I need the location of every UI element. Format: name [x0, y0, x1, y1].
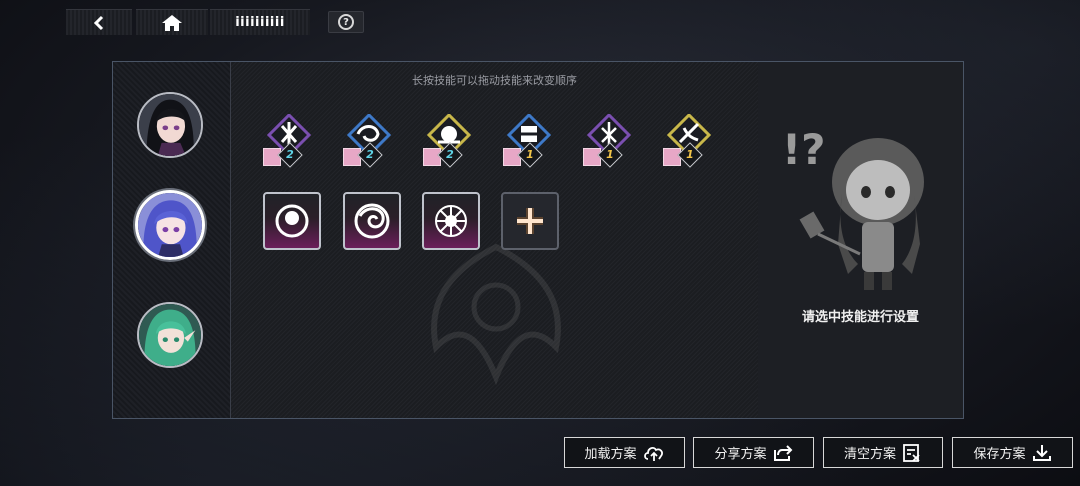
add-skill-button[interactable] [501, 192, 559, 250]
svg-text:!?: !? [782, 125, 826, 174]
skill-card-4[interactable]: 1 [501, 114, 557, 170]
character-avatar-2[interactable] [135, 190, 205, 260]
top-bar: iiiiiiiiii ? [66, 9, 364, 35]
clear-plan-label: 清空方案 [843, 447, 896, 462]
share-icon [773, 444, 792, 461]
back-arrow-icon [93, 15, 104, 30]
confused-mascot-illustration: !? [782, 125, 924, 290]
skill-count: 2 [286, 148, 294, 161]
skill-card-1[interactable]: 2 [261, 114, 317, 170]
skill-count: 2 [366, 148, 374, 161]
cloud-upload-icon [643, 446, 663, 461]
save-plan-button[interactable]: 保存方案 [952, 437, 1073, 468]
swirl-icon [354, 203, 390, 239]
character-list [113, 62, 231, 418]
skill-card-3[interactable]: 2 [421, 114, 477, 170]
skill-count: 1 [686, 148, 694, 161]
clear-plan-button[interactable]: 清空方案 [823, 437, 943, 468]
skill-count: 1 [606, 148, 614, 161]
skill-slot-3[interactable] [422, 192, 480, 250]
background-emblem [431, 243, 561, 386]
skill-card-5[interactable]: 1 [581, 114, 637, 170]
plus-icon [517, 208, 543, 234]
skill-panel: 长按技能可以拖动技能来改变顺序 2 2 2 1 1 1 !? 请选中技能进行设置 [112, 61, 964, 419]
skill-slot-1[interactable] [263, 192, 321, 250]
skill-area: 长按技能可以拖动技能来改变顺序 2 2 2 1 1 1 [231, 62, 758, 418]
download-icon [1032, 444, 1051, 461]
skill-slot-2[interactable] [343, 192, 401, 250]
character-portrait-2 [138, 193, 202, 257]
thorn-icon [435, 205, 467, 237]
orb-icon [275, 204, 309, 238]
load-plan-button[interactable]: 加载方案 [564, 437, 685, 468]
character-avatar-3[interactable] [137, 302, 203, 368]
skill-card-2[interactable]: 2 [341, 114, 397, 170]
select-skill-message: 请选中技能进行设置 [801, 310, 919, 325]
page-title: iiiiiiiiii [210, 9, 310, 35]
skill-count: 1 [526, 148, 534, 161]
load-plan-label: 加载方案 [584, 447, 637, 462]
character-portrait-3 [139, 304, 201, 366]
drag-hint: 长按技能可以拖动技能来改变顺序 [412, 74, 577, 87]
character-portrait-1 [139, 94, 201, 156]
share-plan-button[interactable]: 分享方案 [693, 437, 814, 468]
detail-panel: !? 请选中技能进行设置 [758, 62, 963, 418]
share-plan-label: 分享方案 [714, 447, 767, 462]
home-icon [162, 14, 182, 31]
help-icon: ? [338, 14, 354, 30]
help-button[interactable]: ? [328, 11, 364, 33]
skill-card-6[interactable]: 1 [661, 114, 717, 170]
clear-icon [903, 443, 920, 462]
skill-count: 2 [446, 148, 454, 161]
character-avatar-1[interactable] [137, 92, 203, 158]
save-plan-label: 保存方案 [973, 447, 1026, 462]
home-button[interactable] [136, 9, 208, 35]
back-button[interactable] [66, 9, 132, 35]
